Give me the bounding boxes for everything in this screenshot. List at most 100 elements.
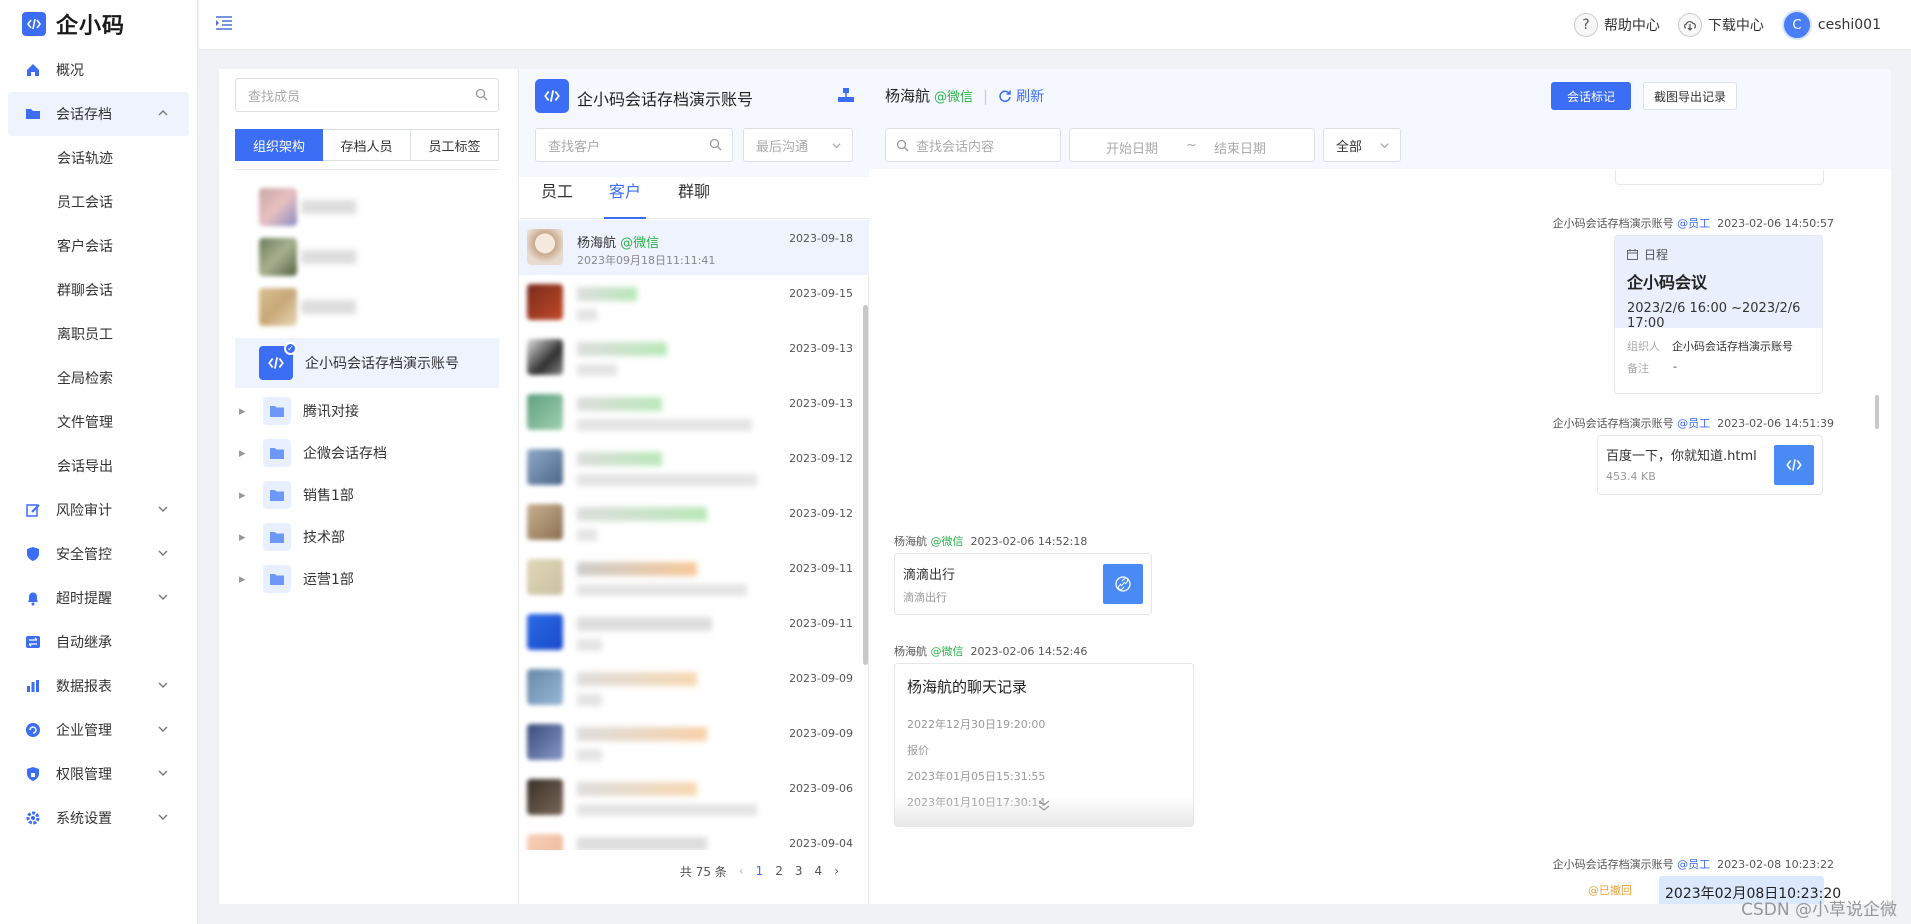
page-1[interactable]: 1 (756, 864, 764, 878)
tab-customers[interactable]: 客户 (604, 177, 646, 219)
file-card[interactable]: 百度一下，你就知道.html 453.4 KB (1597, 435, 1823, 495)
sidebar-item-settings[interactable]: 系统设置 (0, 796, 197, 840)
sidebar-subitem-employee-chats[interactable]: 员工会话 (0, 180, 197, 224)
list-scrollbar[interactable] (863, 305, 868, 665)
list-item[interactable]: 2023-09-13 (519, 330, 869, 385)
link-card[interactable]: 滴滴出行 滴滴出行 (894, 553, 1152, 615)
sidebar: 企小码 概况 会话存档 会话轨迹 员工会话 客户会话 群聊会话 离职员工 全局检… (0, 0, 198, 924)
list-item[interactable]: 2023-09-12 (519, 495, 869, 550)
chat-search-input[interactable]: 查找会话内容 (885, 128, 1061, 162)
code-logo-icon: ✓ (259, 342, 297, 380)
customer-search-input[interactable]: 查找客户 (535, 128, 733, 162)
list-item[interactable]: 2023-09-15 (519, 275, 869, 330)
list-date: 2023-09-12 (789, 452, 853, 465)
list-item[interactable]: 2023-09-04 (519, 825, 869, 850)
sidebar-item-enterprise[interactable]: 企业管理 (0, 708, 197, 752)
schedule-card[interactable]: 日程 企小码会议 2023/2/6 16:00 ~2023/2/6 17:00 … (1614, 235, 1823, 394)
list-item[interactable]: 2023-09-11 (519, 550, 869, 605)
avatar (527, 834, 563, 850)
message-time: 2023-02-06 14:50:57 (1717, 217, 1834, 230)
list-item[interactable]: 2023-09-13 (519, 385, 869, 440)
type-filter-select[interactable]: 全部 (1323, 128, 1401, 162)
chat-scrollbar[interactable] (1875, 395, 1879, 429)
page-4[interactable]: 4 (815, 864, 823, 878)
dept-tech[interactable]: ▸ 技术部 (239, 517, 345, 557)
sidebar-item-inherit[interactable]: 自动继承 (0, 620, 197, 664)
sidebar-item-security[interactable]: 安全管控 (0, 532, 197, 576)
tab-staff-tags[interactable]: 员工标签 (411, 129, 499, 161)
sidebar-item-risk-audit[interactable]: 风险审计 (0, 488, 197, 532)
sidebar-subitem-track[interactable]: 会话轨迹 (0, 136, 197, 180)
list-date: 2023-09-11 (789, 617, 853, 630)
conversation-mark-button[interactable]: 会话标记 (1551, 82, 1631, 110)
app-logo[interactable]: 企小码 (0, 0, 197, 48)
tab-group-chats[interactable]: 群聊 (678, 177, 710, 219)
avatar: C (1781, 10, 1812, 40)
dept-tencent[interactable]: ▸ 腾讯对接 (239, 391, 359, 431)
list-item[interactable]: 2023-09-12 (519, 440, 869, 495)
dept-ops1[interactable]: ▸ 运营1部 (239, 559, 354, 599)
caret-right-icon: ▸ (239, 445, 246, 461)
blurred-member[interactable] (259, 238, 369, 278)
chevron-down-icon (157, 767, 169, 779)
tab-employees[interactable]: 员工 (541, 177, 573, 219)
sort-select[interactable]: 最后沟通 (743, 128, 853, 162)
blurred-member[interactable] (259, 288, 369, 328)
menu-collapse-icon[interactable] (215, 15, 233, 31)
expand-bar[interactable] (895, 796, 1193, 826)
dept-label: 技术部 (303, 530, 345, 546)
chevron-down-icon (157, 723, 169, 735)
list-item[interactable]: 2023-09-09 (519, 715, 869, 770)
blurred-name (577, 562, 697, 576)
sidebar-item-reports[interactable]: 数据报表 (0, 664, 197, 708)
sidebar-subitem-group-chats[interactable]: 群聊会话 (0, 268, 197, 312)
list-item[interactable]: 2023-09-11 (519, 605, 869, 660)
member-search-placeholder: 查找成员 (248, 89, 301, 105)
org-node-demo-account[interactable]: ✓ 企小码会话存档演示账号 (235, 338, 499, 388)
org-panel: 查找成员 组织架构 存档人员 员工标签 ✓ 企小码会话存档演示账号 ▸ 腾讯对接… (219, 69, 519, 904)
customer-name: 杨海航 @微信 (577, 232, 659, 251)
check-badge-icon: ✓ (284, 342, 297, 355)
refresh-button[interactable]: 刷新 (998, 86, 1044, 106)
page-3[interactable]: 3 (795, 864, 803, 878)
help-center-link[interactable]: ? 帮助中心 (1568, 13, 1666, 37)
list-item[interactable]: 2023-09-06 (519, 770, 869, 825)
chevron-down-icon (831, 140, 842, 151)
sidebar-subitem-files[interactable]: 文件管理 (0, 400, 197, 444)
blurred-name (577, 342, 667, 356)
sidebar-subitem-global-search[interactable]: 全局检索 (0, 356, 197, 400)
org-switch-icon[interactable] (837, 87, 855, 103)
sidebar-subitem-export[interactable]: 会话导出 (0, 444, 197, 488)
page-2[interactable]: 2 (775, 864, 783, 878)
end-date-placeholder: 结束日期 (1214, 142, 1267, 157)
blurred-member[interactable] (259, 188, 369, 228)
history-line: 2022年12月30日19:20:00 (907, 718, 1046, 731)
chat-history-card[interactable]: 杨海航的聊天记录 2022年12月30日19:20:00 报价 2023年01月… (894, 663, 1194, 827)
list-item[interactable]: 2023-09-09 (519, 660, 869, 715)
avatar (527, 339, 563, 375)
sidebar-item-archive[interactable]: 会话存档 (8, 92, 189, 136)
sidebar-subitem-departed[interactable]: 离职员工 (0, 312, 197, 356)
prev-page-icon[interactable]: ‹ (739, 864, 744, 878)
sidebar-subitem-customer-chats[interactable]: 客户会话 (0, 224, 197, 268)
caret-right-icon: ▸ (239, 487, 246, 503)
chat-title: 杨海航 @微信 | 刷新 (885, 85, 1044, 106)
tab-archived-staff[interactable]: 存档人员 (323, 129, 411, 161)
date-range-picker[interactable]: 开始日期 ~ 结束日期 (1069, 128, 1315, 162)
tab-org-structure[interactable]: 组织架构 (235, 129, 323, 161)
avatar (527, 669, 563, 705)
sidebar-item-permissions[interactable]: 权限管理 (0, 752, 197, 796)
list-item[interactable]: 杨海航 @微信 2023年09月18日11:11:41 2023-09-18 (519, 220, 869, 275)
sidebar-item-timeout[interactable]: 超时提醒 (0, 576, 197, 620)
member-search-input[interactable]: 查找成员 (235, 78, 499, 112)
avatar (527, 614, 563, 650)
dept-archive[interactable]: ▸ 企微会话存档 (239, 433, 387, 473)
next-page-icon[interactable]: › (834, 864, 839, 878)
download-center-link[interactable]: 下载中心 (1672, 13, 1770, 37)
screenshot-export-button[interactable]: 截图导出记录 (1643, 82, 1737, 110)
dept-sales1[interactable]: ▸ 销售1部 (239, 475, 354, 515)
sidebar-item-overview[interactable]: 概况 (0, 48, 197, 92)
blurred-message (577, 309, 597, 321)
user-menu[interactable]: C ceshi001 (1776, 10, 1887, 40)
schedule-title: 企小码会议 (1627, 273, 1708, 292)
